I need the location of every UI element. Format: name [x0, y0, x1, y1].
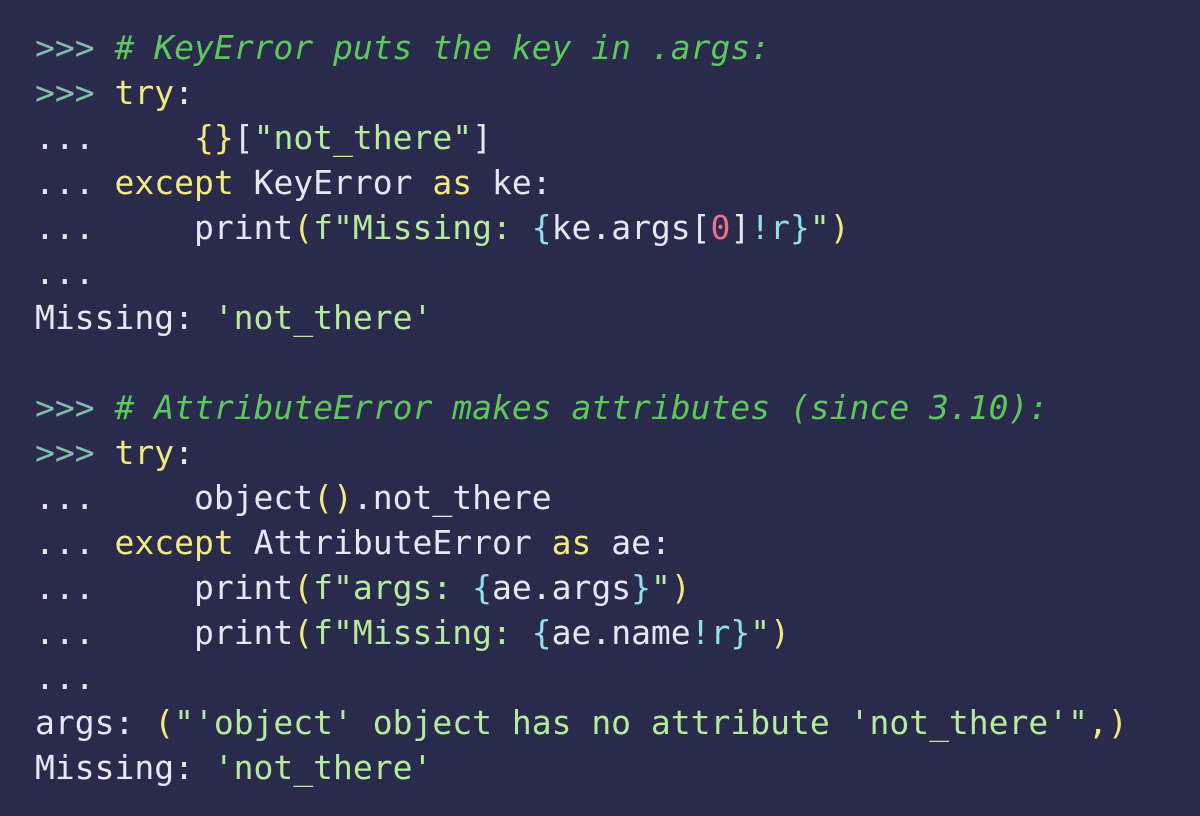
code-text: print: [193, 613, 294, 652]
code-keyword: try: [114, 73, 175, 112]
output-text: Missing:: [35, 298, 214, 337]
code-text: ]: [730, 208, 751, 247]
code-keyword: except: [114, 163, 234, 202]
code-line: ... object().not_there: [35, 475, 1128, 520]
python-repl-session: >>> # KeyError puts the key in .args: >>>…: [35, 25, 1128, 790]
fstring-interpolation: {: [531, 613, 552, 652]
code-text: ke:: [472, 163, 552, 202]
continuation-marker: ...: [35, 118, 194, 157]
prompt-marker: >>>: [35, 28, 115, 67]
code-string: f"Missing:: [313, 208, 532, 247]
fstring-interpolation: {: [531, 208, 552, 247]
code-string: 'not_there': [213, 298, 433, 337]
continuation-marker: ...: [35, 478, 194, 517]
code-line: Missing: 'not_there': [35, 745, 1128, 790]
code-text: .not_there: [352, 478, 552, 517]
prompt-marker: >>>: [35, 388, 115, 427]
code-brace: {}: [193, 118, 234, 157]
fstring-interpolation: {: [472, 568, 492, 607]
code-text: object: [193, 478, 314, 517]
code-line: ... print(f"Missing: {ae.name!r}"): [35, 610, 1128, 655]
code-keyword: as: [551, 523, 592, 562]
continuation-marker: ...: [35, 163, 115, 202]
code-keyword: except: [114, 523, 234, 562]
code-paren: (: [293, 613, 314, 652]
code-punctuation: [: [233, 118, 254, 157]
code-string: 'not_there': [213, 748, 433, 787]
code-line: ... print(f"Missing: {ke.args[0]!r}"): [35, 205, 1128, 250]
code-line: >>> # KeyError puts the key in .args:: [35, 25, 1128, 70]
code-string: f"args:: [313, 568, 473, 607]
output-text: Missing:: [35, 748, 214, 787]
fstring-interpolation: }: [631, 568, 651, 607]
code-text: ae.name: [551, 613, 691, 652]
code-line: >>> try:: [35, 430, 1128, 475]
code-string: "'object' object has no attribute 'not_t…: [174, 703, 1089, 742]
continuation-marker: ...: [35, 658, 95, 697]
code-string: ": [650, 568, 671, 607]
code-string: ": [750, 613, 771, 652]
code-comment: # AttributeError makes attributes (since…: [114, 388, 1049, 427]
code-number: 0: [710, 208, 731, 247]
code-paren: (: [293, 208, 314, 247]
fstring-interpolation: !r}: [690, 613, 751, 652]
code-line: Missing: 'not_there': [35, 295, 1128, 340]
code-line: ...: [35, 250, 1128, 295]
prompt-marker: >>>: [35, 433, 115, 472]
code-paren: (: [293, 568, 314, 607]
continuation-marker: ...: [35, 208, 194, 247]
code-string: "not_there": [253, 118, 473, 157]
code-line: ... print(f"args: {ae.args}"): [35, 565, 1128, 610]
code-keyword: as: [432, 163, 473, 202]
code-text: print: [193, 208, 294, 247]
terminal-screen: >>> # KeyError puts the key in .args: >>>…: [0, 0, 1200, 816]
code-text: ae:: [591, 523, 671, 562]
code-line: ... {}["not_there"]: [35, 115, 1128, 160]
code-line: >>> # AttributeError makes attributes (s…: [35, 385, 1128, 430]
code-keyword: try: [114, 433, 175, 472]
prompt-marker: >>>: [35, 73, 115, 112]
code-paren: (): [313, 478, 353, 517]
output-text: args:: [35, 703, 155, 742]
code-line: ... except AttributeError as ae:: [35, 520, 1128, 565]
code-text: AttributeError: [233, 523, 552, 562]
code-text: print: [193, 568, 294, 607]
continuation-marker: ...: [35, 253, 95, 292]
code-string: f"Missing:: [313, 613, 532, 652]
code-line: args: ("'object' object has no attribute…: [35, 700, 1128, 745]
code-punctuation: :: [174, 433, 194, 472]
code-punctuation: ]: [472, 118, 492, 157]
code-line: >>> try:: [35, 70, 1128, 115]
code-paren: ): [829, 208, 850, 247]
code-text: KeyError: [233, 163, 433, 202]
code-line: ... except KeyError as ke:: [35, 160, 1128, 205]
code-paren: (: [154, 703, 175, 742]
code-comment: # KeyError puts the key in .args:: [114, 28, 771, 67]
code-paren: ): [670, 568, 691, 607]
code-string: ": [809, 208, 830, 247]
code-paren: ,): [1088, 703, 1128, 742]
continuation-marker: ...: [35, 613, 194, 652]
code-text: ke.args[: [551, 208, 711, 247]
fstring-interpolation: !r}: [750, 208, 810, 247]
code-paren: ): [770, 613, 791, 652]
code-text: ae.args: [492, 568, 632, 607]
code-punctuation: :: [174, 73, 194, 112]
code-line: ...: [35, 655, 1128, 700]
continuation-marker: ...: [35, 523, 115, 562]
continuation-marker: ...: [35, 568, 194, 607]
